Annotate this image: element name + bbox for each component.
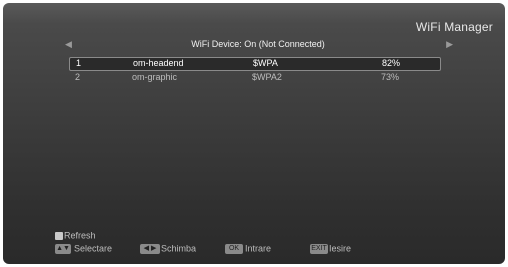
switch-hint[interactable]: ◀ ▶ Schimba <box>140 243 196 254</box>
network-index: 1 <box>76 58 82 68</box>
tv-screen: WiFi Manager ◀ WiFi Device: On (Not Conn… <box>3 3 505 264</box>
footer-hints: Refresh ▲▼ Selectare ◀ ▶ Schimba OK Intrare… <box>55 230 495 260</box>
network-signal: 82% <box>382 58 401 68</box>
network-index: 2 <box>75 72 81 82</box>
refresh-hint[interactable]: Refresh <box>55 230 96 241</box>
switch-label: Schimba <box>161 243 197 254</box>
exit-hint[interactable]: EXIT Iesire <box>310 243 351 254</box>
network-ssid: om-headend <box>133 58 184 68</box>
left-right-key-icon: ◀ ▶ <box>140 243 160 254</box>
up-down-key-icon: ▲▼ <box>55 243 71 254</box>
ok-key-icon: OK <box>225 243 243 254</box>
network-row-1[interactable]: 1 om-headend $WPA 82% <box>69 57 441 71</box>
network-list: 1 om-headend $WPA 82% 2 om-graphic $WPA2… <box>69 57 441 85</box>
exit-key-icon: EXIT <box>310 243 328 254</box>
wifi-device-bar[interactable]: ◀ WiFi Device: On (Not Connected) ▶ <box>59 38 457 52</box>
exit-label: Iesire <box>329 243 352 254</box>
chevron-right-icon[interactable]: ▶ <box>446 39 453 50</box>
network-signal: 73% <box>381 72 400 82</box>
network-security: $WPA <box>253 58 278 68</box>
select-hint[interactable]: ▲▼ Selectare <box>55 243 112 254</box>
wifi-device-status: WiFi Device: On (Not Connected) <box>191 39 325 49</box>
network-ssid: om-graphic <box>132 72 178 82</box>
select-label: Selectare <box>74 243 113 254</box>
network-security: $WPA2 <box>252 72 282 82</box>
refresh-label: Refresh <box>64 230 96 241</box>
network-row-2[interactable]: 2 om-graphic $WPA2 73% <box>69 71 441 85</box>
page-title: WiFi Manager <box>415 20 493 34</box>
color-key-icon <box>55 231 63 240</box>
ok-hint[interactable]: OK Intrare <box>225 243 271 254</box>
ok-label: Intrare <box>245 243 272 254</box>
